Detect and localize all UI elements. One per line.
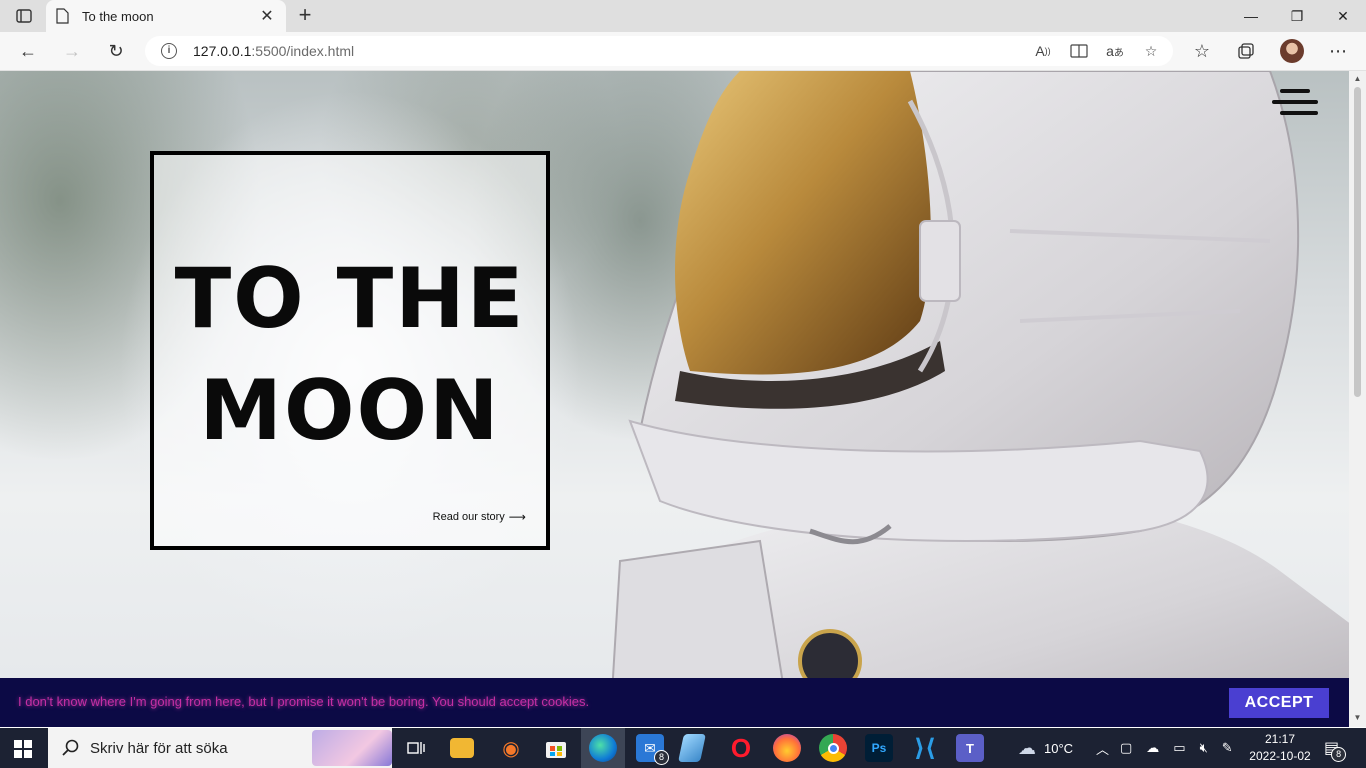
page-scrollbar[interactable]: ▲ ▼ — [1349, 71, 1366, 727]
site-info-icon[interactable]: i — [161, 43, 177, 59]
windows-taskbar: Skriv här för att söka ◉ ✉ 8 O Ps ⟩⟨ T ☁ … — [0, 728, 1366, 768]
taskbar-clock[interactable]: 21:17 2022-10-02 — [1248, 731, 1312, 765]
favorites-icon[interactable]: ☆ — [1186, 36, 1218, 66]
notification-center-icon[interactable]: ▤ 8 — [1324, 728, 1347, 768]
battery-icon[interactable]: ▭ — [1173, 740, 1185, 756]
photoshop-icon[interactable]: Ps — [865, 734, 893, 762]
search-icon — [62, 739, 79, 756]
refresh-button[interactable]: ↻ — [100, 36, 132, 66]
system-tray: ▢ ☁ ▭ 🔇︎ ✎ — [1120, 728, 1233, 768]
scrollbar-thumb[interactable] — [1354, 87, 1361, 397]
vscode-icon[interactable]: ⟩⟨ — [911, 734, 939, 762]
windows-start-icon[interactable] — [14, 740, 32, 758]
search-placeholder: Skriv här för att söka — [90, 739, 228, 757]
address-bar[interactable]: i 127.0.0.1:5500/index.html A)) aあ ☆ — [145, 36, 1173, 66]
page-viewport: TO THE MOON Read our story ⟶ — [0, 71, 1349, 727]
more-icon[interactable]: ⋯ — [1322, 36, 1354, 66]
cloud-icon: ☁ — [1018, 737, 1036, 758]
page-icon — [56, 8, 70, 24]
meet-now-icon[interactable]: ▢ — [1120, 740, 1132, 756]
browser-toolbar: ← → ↻ i 127.0.0.1:5500/index.html A)) aあ… — [0, 32, 1366, 71]
tab-bar: To the moon ✕ + — ❐ ✕ — [0, 0, 1366, 32]
read-our-story-link[interactable]: Read our story ⟶ — [433, 510, 526, 524]
translate-icon[interactable]: aあ — [1103, 41, 1127, 61]
new-tab-button[interactable]: + — [292, 4, 318, 28]
scroll-down-icon[interactable]: ▼ — [1353, 713, 1362, 722]
weather-widget[interactable]: ☁ 10°C — [1018, 728, 1073, 768]
opera-icon[interactable]: O — [727, 733, 755, 763]
add-favorite-icon[interactable]: ☆ — [1139, 41, 1163, 61]
accept-cookies-button[interactable]: ACCEPT — [1229, 688, 1329, 718]
show-hidden-icons[interactable]: ︿ — [1096, 728, 1109, 768]
volume-muted-icon[interactable]: 🔇︎ — [1200, 740, 1208, 756]
hero-card: TO THE MOON Read our story ⟶ — [150, 151, 550, 550]
mail-icon[interactable]: ✉ 8 — [636, 734, 669, 765]
url-path: :5500/index.html — [251, 43, 355, 59]
minimize-button[interactable]: — — [1228, 0, 1274, 32]
tab-close-icon[interactable]: ✕ — [258, 6, 276, 26]
url-text[interactable]: 127.0.0.1:5500/index.html — [193, 43, 354, 59]
notepad-icon[interactable] — [678, 734, 706, 762]
arrow-right-icon: ⟶ — [508, 510, 526, 524]
close-window-button[interactable]: ✕ — [1320, 0, 1366, 32]
hamburger-menu-icon[interactable] — [1272, 87, 1318, 119]
chrome-icon[interactable] — [819, 734, 847, 762]
cookie-message: I don't know where I'm going from here, … — [18, 694, 590, 709]
read-aloud-icon[interactable]: A)) — [1031, 41, 1055, 61]
hero-title-line2: MOON — [199, 362, 501, 459]
network-icon[interactable]: ☁ — [1146, 740, 1159, 756]
read-our-story-label: Read our story — [432, 511, 505, 523]
microsoft-store-icon[interactable] — [542, 734, 570, 762]
collections-icon[interactable] — [1230, 36, 1262, 66]
task-view-icon[interactable] — [402, 734, 430, 762]
search-highlight-image — [312, 730, 392, 766]
hero-title-line1: TO THE — [174, 250, 526, 347]
blender-icon[interactable]: ◉ — [497, 734, 525, 762]
profile-avatar[interactable] — [1280, 39, 1304, 63]
forward-button[interactable]: → — [56, 36, 88, 66]
tab-actions-icon[interactable] — [8, 5, 40, 27]
file-explorer-icon[interactable] — [450, 738, 474, 758]
hero-title: TO THE MOON — [154, 243, 546, 467]
astronaut-image — [608, 71, 1349, 727]
cookie-banner: I don't know where I'm going from here, … — [0, 678, 1349, 727]
edge-icon[interactable] — [589, 734, 617, 762]
browser-tab[interactable]: To the moon ✕ — [46, 0, 286, 32]
tab-title: To the moon — [82, 8, 154, 24]
maximize-button[interactable]: ❐ — [1274, 0, 1320, 32]
scroll-up-icon[interactable]: ▲ — [1353, 74, 1362, 83]
teams-icon[interactable]: T — [956, 734, 984, 762]
pen-icon[interactable]: ✎ — [1222, 740, 1233, 756]
clock-time: 21:17 — [1264, 732, 1296, 746]
firefox-icon[interactable] — [773, 734, 801, 762]
clock-date: 2022-10-02 — [1249, 749, 1311, 763]
notification-badge: 8 — [1331, 747, 1347, 762]
mail-badge: 8 — [654, 750, 669, 765]
weather-temp: 10°C — [1044, 740, 1074, 756]
taskbar-search-input[interactable]: Skriv här för att söka — [48, 728, 392, 768]
url-host: 127.0.0.1 — [193, 43, 252, 59]
back-button[interactable]: ← — [12, 36, 44, 66]
immersive-reader-icon[interactable] — [1067, 41, 1091, 61]
